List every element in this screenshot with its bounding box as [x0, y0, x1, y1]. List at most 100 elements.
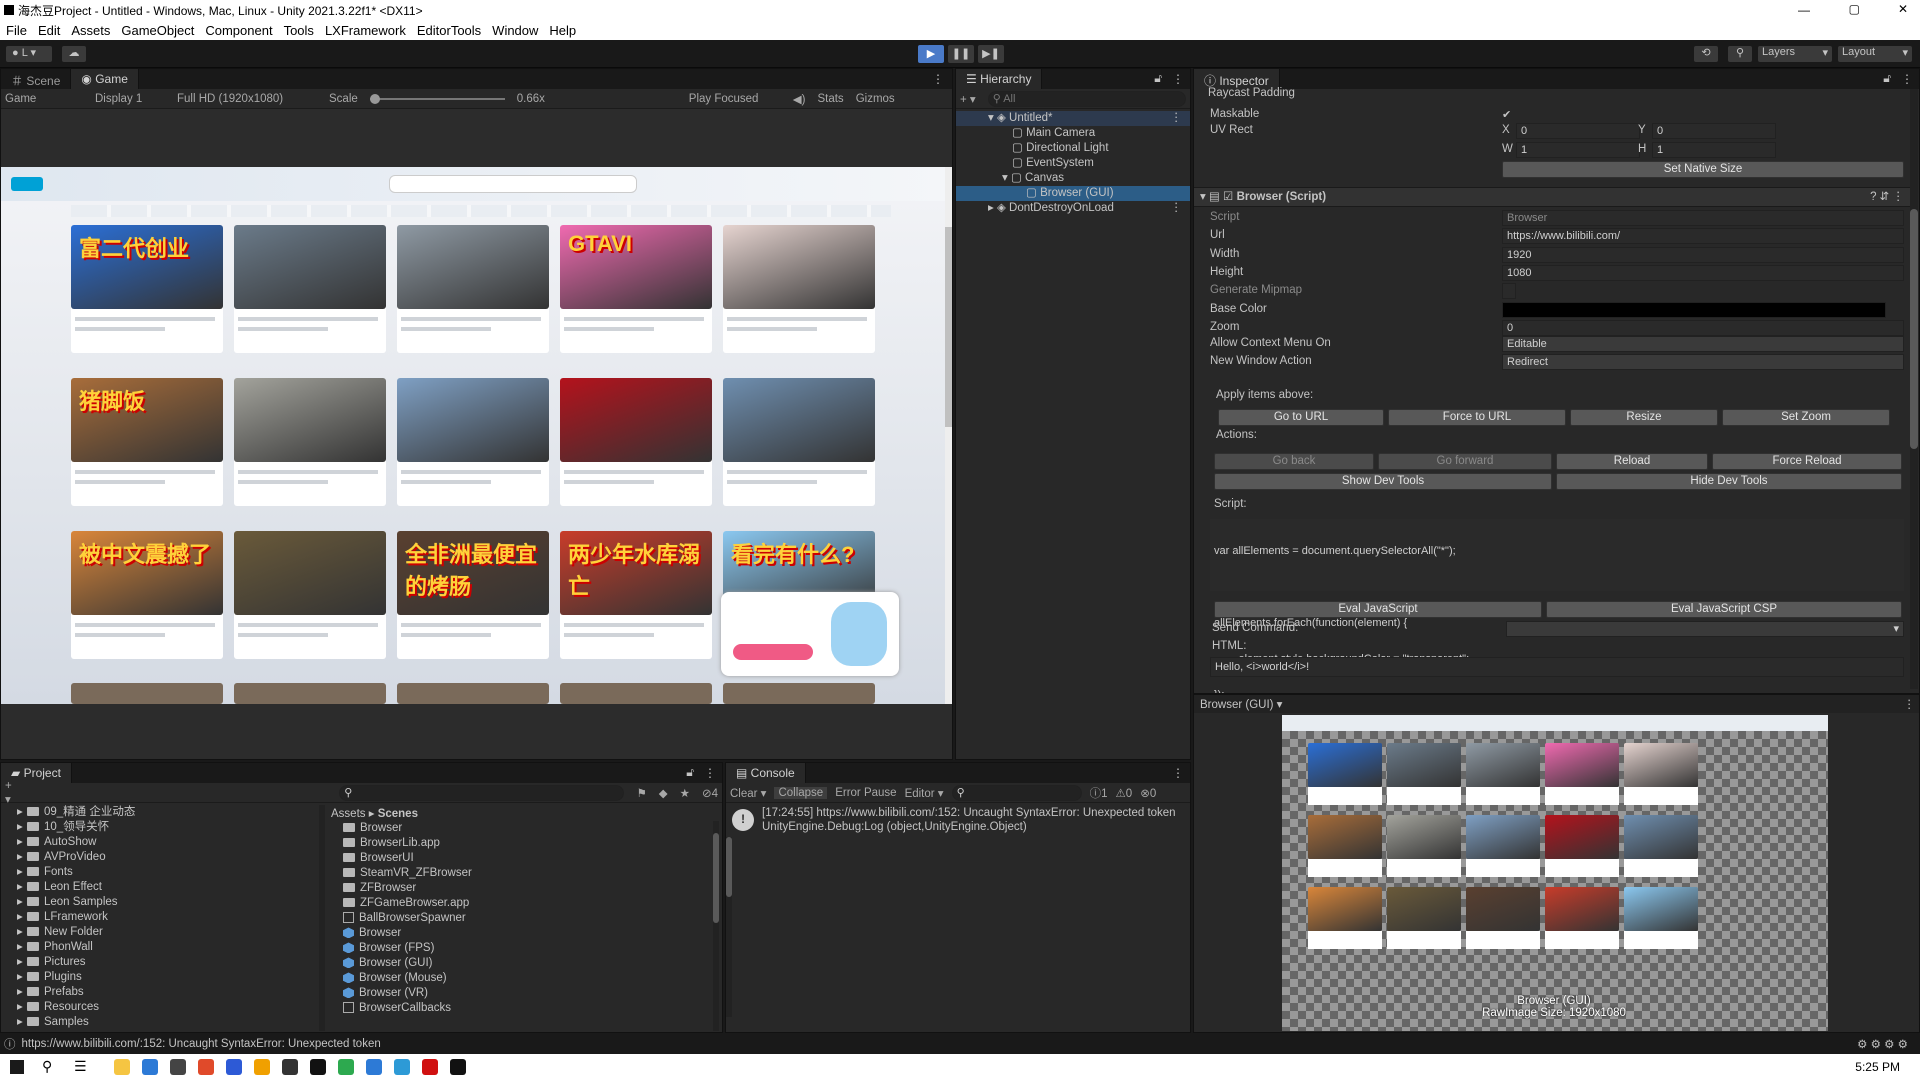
- browser-scrollbar[interactable]: [945, 167, 952, 704]
- notepad-icon[interactable]: [170, 1059, 186, 1075]
- console-scrollbar[interactable]: [726, 837, 732, 1017]
- force-to-url-button[interactable]: Force to URL: [1388, 409, 1566, 426]
- record-icon[interactable]: [422, 1059, 438, 1075]
- site-search-input[interactable]: [389, 175, 637, 193]
- breadcrumb-assets[interactable]: Assets: [331, 808, 366, 820]
- script-textarea[interactable]: var allElements = document.querySelector…: [1210, 519, 1904, 693]
- layout-dropdown[interactable]: Layout ▾: [1838, 46, 1912, 62]
- video-thumbnail[interactable]: [723, 225, 875, 309]
- project-tree-item[interactable]: ▸ AutoShow: [1, 835, 319, 850]
- component-menu-icon[interactable]: ? ⇵ ⋮: [1870, 188, 1914, 206]
- video-thumbnail[interactable]: [560, 683, 712, 704]
- uv-y-field[interactable]: 0: [1652, 123, 1776, 139]
- vscode-icon[interactable]: [366, 1059, 382, 1075]
- panel-menu-icon[interactable]: ⋮: [1166, 69, 1190, 89]
- maximize-icon[interactable]: ▢: [1849, 2, 1860, 16]
- video-card[interactable]: [560, 378, 712, 506]
- hierarchy-item-canvas[interactable]: ▾ ▢ Canvas: [956, 171, 1190, 186]
- reload-button[interactable]: Reload: [1556, 453, 1708, 470]
- expand-arrow-icon[interactable]: ▸: [17, 985, 27, 1000]
- project-tree-item[interactable]: ▸ Plugins: [1, 970, 319, 985]
- hierarchy-item-main-camera[interactable]: ▢ Main Camera: [956, 126, 1190, 141]
- raycast-padding-label[interactable]: Raycast Padding: [1208, 87, 1295, 99]
- status-icons[interactable]: ⚙ ⚙ ⚙ ⚙: [1857, 1037, 1908, 1051]
- project-tree-item[interactable]: ▸ Samples: [1, 1015, 319, 1030]
- video-card[interactable]: [234, 531, 386, 659]
- expand-arrow-icon[interactable]: ▸: [17, 925, 27, 940]
- eval-javascript-button[interactable]: Eval JavaScript: [1214, 601, 1542, 618]
- expand-arrow-icon[interactable]: ▸: [17, 970, 27, 985]
- error-pause-button[interactable]: Error Pause: [835, 787, 896, 799]
- project-file-item[interactable]: BallBrowserSpawner: [343, 911, 713, 926]
- filter-icon[interactable]: ⚑: [636, 786, 646, 800]
- undo-history-icon[interactable]: ⟲: [1694, 46, 1718, 62]
- component-enabled-checkbox[interactable]: ☑: [1223, 191, 1233, 203]
- menu-gameobject[interactable]: GameObject: [121, 23, 194, 38]
- store-icon[interactable]: [226, 1059, 242, 1075]
- project-tree-item[interactable]: ▸ AVProVideo: [1, 850, 319, 865]
- rider-icon[interactable]: [338, 1059, 354, 1075]
- html-textarea[interactable]: Hello, <i>world</i>!: [1210, 657, 1904, 677]
- project-file-item[interactable]: Browser (GUI): [343, 956, 713, 971]
- project-tree-item[interactable]: ▸ Resources: [1, 1000, 319, 1015]
- video-thumbnail[interactable]: 两少年水库溺亡: [560, 531, 712, 615]
- taskbar-search-icon[interactable]: ⚲: [42, 1058, 52, 1075]
- file-explorer-icon[interactable]: [114, 1059, 130, 1075]
- menu-file[interactable]: File: [6, 23, 27, 38]
- video-card[interactable]: 被中文震撼了: [71, 531, 223, 659]
- tab-game[interactable]: ◉ Game: [71, 69, 139, 89]
- step-button[interactable]: ▶❚: [978, 45, 1004, 63]
- mute-audio-icon[interactable]: ◀): [793, 92, 806, 106]
- video-card[interactable]: 猪脚饭: [71, 378, 223, 506]
- menu-edit[interactable]: Edit: [38, 23, 60, 38]
- tab-console[interactable]: ▤ Console: [726, 763, 806, 783]
- project-search-input[interactable]: ⚲: [339, 784, 625, 801]
- preview-header[interactable]: Browser (GUI) ▾ ⋮: [1194, 695, 1919, 713]
- video-thumbnail[interactable]: [397, 225, 549, 309]
- scale-slider[interactable]: [369, 93, 505, 104]
- expand-arrow-icon[interactable]: ▸: [17, 865, 27, 880]
- editor-dropdown[interactable]: Editor ▾: [905, 786, 944, 800]
- project-file-item[interactable]: BrowserUI: [343, 851, 713, 866]
- task-view-icon[interactable]: ☰: [74, 1058, 87, 1075]
- terminal-icon[interactable]: [450, 1059, 466, 1075]
- menu-editortools[interactable]: EditorTools: [417, 23, 481, 38]
- expand-arrow-icon[interactable]: ▸: [17, 835, 27, 850]
- field-value[interactable]: Redirect: [1502, 354, 1904, 370]
- project-file-item[interactable]: ZFBrowser: [343, 881, 713, 896]
- expand-arrow-icon[interactable]: ▸: [17, 1000, 27, 1015]
- taskbar-clock[interactable]: 5:25 PM: [1855, 1060, 1900, 1074]
- video-card[interactable]: [234, 225, 386, 353]
- go-forward-button[interactable]: Go forward: [1378, 453, 1552, 470]
- video-thumbnail[interactable]: [560, 378, 712, 462]
- project-tree-item[interactable]: ▸ Leon Effect: [1, 880, 319, 895]
- warn-count[interactable]: ⚠0: [1115, 786, 1132, 800]
- video-thumbnail[interactable]: [723, 683, 875, 704]
- set-native-size-button[interactable]: Set Native Size: [1502, 161, 1904, 178]
- panel-menu-icon[interactable]: ⋮: [1895, 69, 1919, 89]
- popup-ad[interactable]: [721, 592, 899, 676]
- uv-h-field[interactable]: 1: [1652, 142, 1776, 158]
- error-count[interactable]: ⊗0: [1140, 786, 1156, 800]
- menu-window[interactable]: Window: [492, 23, 538, 38]
- expand-arrow-icon[interactable]: ▸: [17, 880, 27, 895]
- video-thumbnail[interactable]: [71, 683, 223, 704]
- minimize-icon[interactable]: —: [1798, 3, 1810, 17]
- hierarchy-search-input[interactable]: ⚲ All: [987, 90, 1186, 107]
- lock-icon[interactable]: 🔓︎: [1879, 69, 1895, 89]
- field-value[interactable]: 0: [1502, 320, 1904, 336]
- inspector-scrollbar[interactable]: [1910, 89, 1918, 689]
- field-value[interactable]: https://www.bilibili.com/: [1502, 228, 1904, 244]
- tab-hierarchy[interactable]: ☰ Hierarchy: [956, 69, 1043, 89]
- project-file-item[interactable]: Browser (VR): [343, 986, 713, 1001]
- video-card[interactable]: GTAVI: [560, 225, 712, 353]
- hide-dev-tools-button[interactable]: Hide Dev Tools: [1556, 473, 1902, 490]
- unity-icon[interactable]: [310, 1059, 326, 1075]
- video-card[interactable]: [723, 225, 875, 353]
- field-value[interactable]: [1502, 283, 1516, 299]
- expand-arrow-icon[interactable]: ▸: [17, 940, 27, 955]
- start-icon[interactable]: [10, 1060, 24, 1074]
- project-tree-item[interactable]: ▸Scenes: [1, 1030, 319, 1031]
- video-card[interactable]: 全非洲最便宜的烤肠: [397, 531, 549, 659]
- project-file-item[interactable]: Browser: [343, 926, 713, 941]
